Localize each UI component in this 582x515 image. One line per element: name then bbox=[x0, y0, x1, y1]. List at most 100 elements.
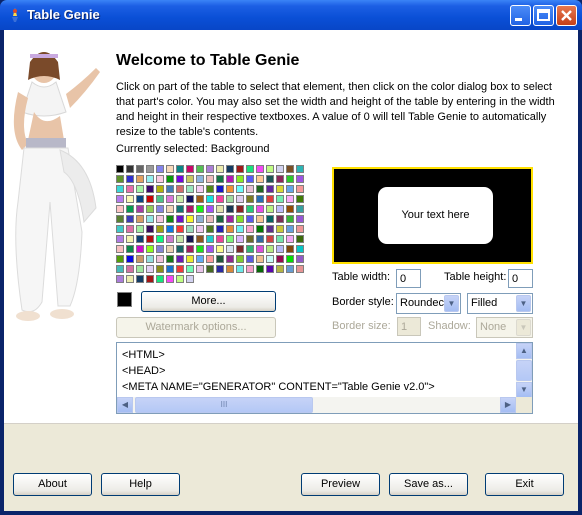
color-swatch[interactable] bbox=[246, 255, 254, 263]
color-swatch[interactable] bbox=[186, 185, 194, 193]
color-swatch[interactable] bbox=[246, 165, 254, 173]
color-swatch[interactable] bbox=[276, 265, 284, 273]
scroll-up-icon[interactable]: ▲ bbox=[516, 343, 532, 359]
color-swatch[interactable] bbox=[226, 185, 234, 193]
color-swatch[interactable] bbox=[256, 235, 264, 243]
color-swatch[interactable] bbox=[286, 185, 294, 193]
color-swatch[interactable] bbox=[206, 245, 214, 253]
chevron-down-icon[interactable]: ▼ bbox=[516, 295, 531, 312]
table-height-field[interactable] bbox=[508, 269, 533, 288]
color-swatch[interactable] bbox=[256, 175, 264, 183]
color-swatch[interactable] bbox=[146, 265, 154, 273]
color-swatch[interactable] bbox=[116, 255, 124, 263]
color-swatch[interactable] bbox=[206, 255, 214, 263]
color-swatch[interactable] bbox=[256, 205, 264, 213]
color-swatch[interactable] bbox=[156, 185, 164, 193]
color-swatch[interactable] bbox=[206, 265, 214, 273]
shadow-select[interactable]: None ▼ bbox=[476, 317, 533, 338]
color-swatch[interactable] bbox=[236, 235, 244, 243]
color-swatch[interactable] bbox=[146, 175, 154, 183]
vertical-scroll-thumb[interactable] bbox=[516, 360, 532, 381]
color-swatch[interactable] bbox=[266, 165, 274, 173]
color-swatch[interactable] bbox=[276, 235, 284, 243]
color-swatch[interactable] bbox=[136, 235, 144, 243]
title-bar[interactable]: Table Genie bbox=[0, 0, 582, 30]
color-swatch[interactable] bbox=[256, 215, 264, 223]
color-swatch[interactable] bbox=[206, 215, 214, 223]
color-swatch[interactable] bbox=[246, 225, 254, 233]
color-swatch[interactable] bbox=[276, 205, 284, 213]
color-swatch[interactable] bbox=[186, 255, 194, 263]
color-swatch[interactable] bbox=[146, 205, 154, 213]
color-swatch[interactable] bbox=[276, 245, 284, 253]
color-swatch[interactable] bbox=[146, 255, 154, 263]
vertical-scrollbar[interactable]: ▲ ▼ bbox=[516, 343, 532, 398]
color-swatch[interactable] bbox=[286, 245, 294, 253]
color-swatch[interactable] bbox=[146, 215, 154, 223]
color-swatch[interactable] bbox=[116, 195, 124, 203]
color-swatch[interactable] bbox=[226, 165, 234, 173]
color-swatch[interactable] bbox=[276, 175, 284, 183]
color-swatch[interactable] bbox=[166, 235, 174, 243]
color-swatch[interactable] bbox=[216, 245, 224, 253]
color-swatch[interactable] bbox=[276, 215, 284, 223]
color-swatch[interactable] bbox=[126, 235, 134, 243]
color-swatch[interactable] bbox=[296, 175, 304, 183]
color-swatch[interactable] bbox=[236, 185, 244, 193]
table-width-field[interactable] bbox=[396, 269, 421, 288]
color-swatch[interactable] bbox=[186, 175, 194, 183]
color-swatch[interactable] bbox=[166, 185, 174, 193]
color-swatch[interactable] bbox=[196, 195, 204, 203]
color-swatch[interactable] bbox=[216, 165, 224, 173]
color-swatch[interactable] bbox=[296, 235, 304, 243]
more-colors-button[interactable]: More... bbox=[141, 291, 276, 312]
color-swatch[interactable] bbox=[186, 205, 194, 213]
color-swatch[interactable] bbox=[176, 265, 184, 273]
color-swatch[interactable] bbox=[216, 175, 224, 183]
color-swatch[interactable] bbox=[166, 195, 174, 203]
color-swatch[interactable] bbox=[146, 225, 154, 233]
color-swatch[interactable] bbox=[116, 175, 124, 183]
color-swatch[interactable] bbox=[196, 165, 204, 173]
color-swatch[interactable] bbox=[236, 265, 244, 273]
color-swatch[interactable] bbox=[166, 205, 174, 213]
color-swatch[interactable] bbox=[166, 225, 174, 233]
color-swatch[interactable] bbox=[156, 165, 164, 173]
color-swatch[interactable] bbox=[206, 235, 214, 243]
color-swatch[interactable] bbox=[176, 275, 184, 283]
color-swatch[interactable] bbox=[256, 265, 264, 273]
color-swatch[interactable] bbox=[146, 165, 154, 173]
color-swatch[interactable] bbox=[126, 165, 134, 173]
color-swatch[interactable] bbox=[226, 225, 234, 233]
color-swatch[interactable] bbox=[186, 275, 194, 283]
color-swatch[interactable] bbox=[136, 215, 144, 223]
color-swatch[interactable] bbox=[286, 175, 294, 183]
scroll-down-icon[interactable]: ▼ bbox=[516, 382, 532, 398]
color-swatch[interactable] bbox=[166, 165, 174, 173]
color-swatch[interactable] bbox=[176, 245, 184, 253]
color-swatch[interactable] bbox=[236, 165, 244, 173]
save-as-button[interactable]: Save as... bbox=[389, 473, 468, 496]
color-swatch[interactable] bbox=[166, 215, 174, 223]
color-swatch[interactable] bbox=[216, 225, 224, 233]
border-fill-select[interactable]: Filled ▼ bbox=[467, 293, 533, 314]
color-swatch[interactable] bbox=[286, 265, 294, 273]
color-swatch[interactable] bbox=[216, 205, 224, 213]
about-button[interactable]: About bbox=[13, 473, 92, 496]
color-swatch[interactable] bbox=[236, 255, 244, 263]
color-swatch[interactable] bbox=[126, 215, 134, 223]
color-swatch[interactable] bbox=[156, 235, 164, 243]
watermark-options-button[interactable]: Watermark options... bbox=[116, 317, 276, 338]
color-swatch[interactable] bbox=[156, 175, 164, 183]
color-swatch[interactable] bbox=[246, 205, 254, 213]
color-swatch[interactable] bbox=[156, 275, 164, 283]
color-swatch[interactable] bbox=[196, 255, 204, 263]
color-swatch[interactable] bbox=[136, 185, 144, 193]
color-swatch[interactable] bbox=[256, 255, 264, 263]
preview-cell[interactable]: Your text here bbox=[378, 187, 493, 244]
color-swatch[interactable] bbox=[226, 195, 234, 203]
color-swatch[interactable] bbox=[186, 225, 194, 233]
html-code-box[interactable]: <HTML> <HEAD> <META NAME="GENERATOR" CONTE… bbox=[116, 342, 533, 414]
color-swatch[interactable] bbox=[236, 215, 244, 223]
color-swatch[interactable] bbox=[136, 205, 144, 213]
